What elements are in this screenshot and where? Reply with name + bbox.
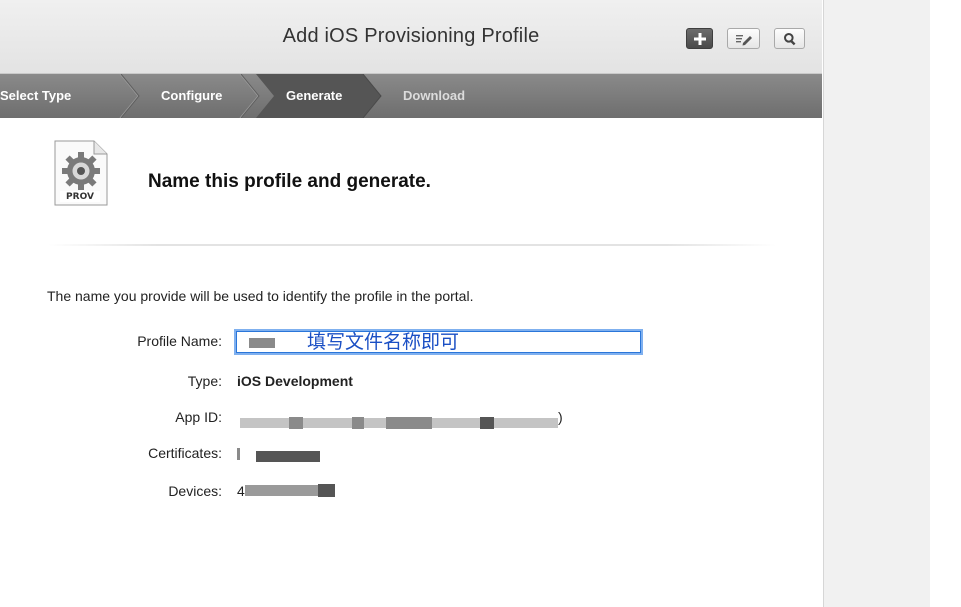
step-download: Download <box>403 88 466 103</box>
section-heading: Name this profile and generate. <box>148 171 431 192</box>
provisioning-profile-icon: PROV <box>52 139 108 207</box>
add-icon <box>693 32 706 45</box>
main-panel: Add iOS Provisioning Profile Select Type… <box>0 0 822 607</box>
devices-count: 4 <box>237 483 245 499</box>
step-configure: Configure <box>161 88 223 103</box>
app-id-label: App ID: <box>175 409 222 425</box>
edit-button[interactable] <box>727 28 760 49</box>
devices-label: Devices: <box>168 483 222 499</box>
type-label: Type: <box>187 373 222 389</box>
right-gutter <box>823 0 930 607</box>
step-generate: Generate <box>286 88 343 103</box>
edit-icon <box>735 34 752 45</box>
divider <box>48 244 776 246</box>
profile-name-input[interactable]: 填写文件名称即可 <box>236 331 641 353</box>
profile-name-value: 填写文件名称即可 <box>307 331 460 353</box>
search-button[interactable] <box>774 28 805 49</box>
search-icon <box>783 32 795 45</box>
type-value: iOS Development <box>237 373 353 389</box>
intro-text: The name you provide will be used to ide… <box>47 288 474 304</box>
prov-label: PROV <box>66 192 94 202</box>
header-bar: Add iOS Provisioning Profile <box>0 0 822 74</box>
certificates-label: Certificates: <box>148 445 222 461</box>
app-id-suffix: ) <box>558 409 563 425</box>
step-select-type: Select Type <box>0 88 72 103</box>
profile-name-label: Profile Name: <box>137 333 222 349</box>
wizard-steps: Select Type Configure Generate Download <box>0 74 822 118</box>
add-button[interactable] <box>686 28 713 49</box>
redacted-block <box>249 338 275 348</box>
